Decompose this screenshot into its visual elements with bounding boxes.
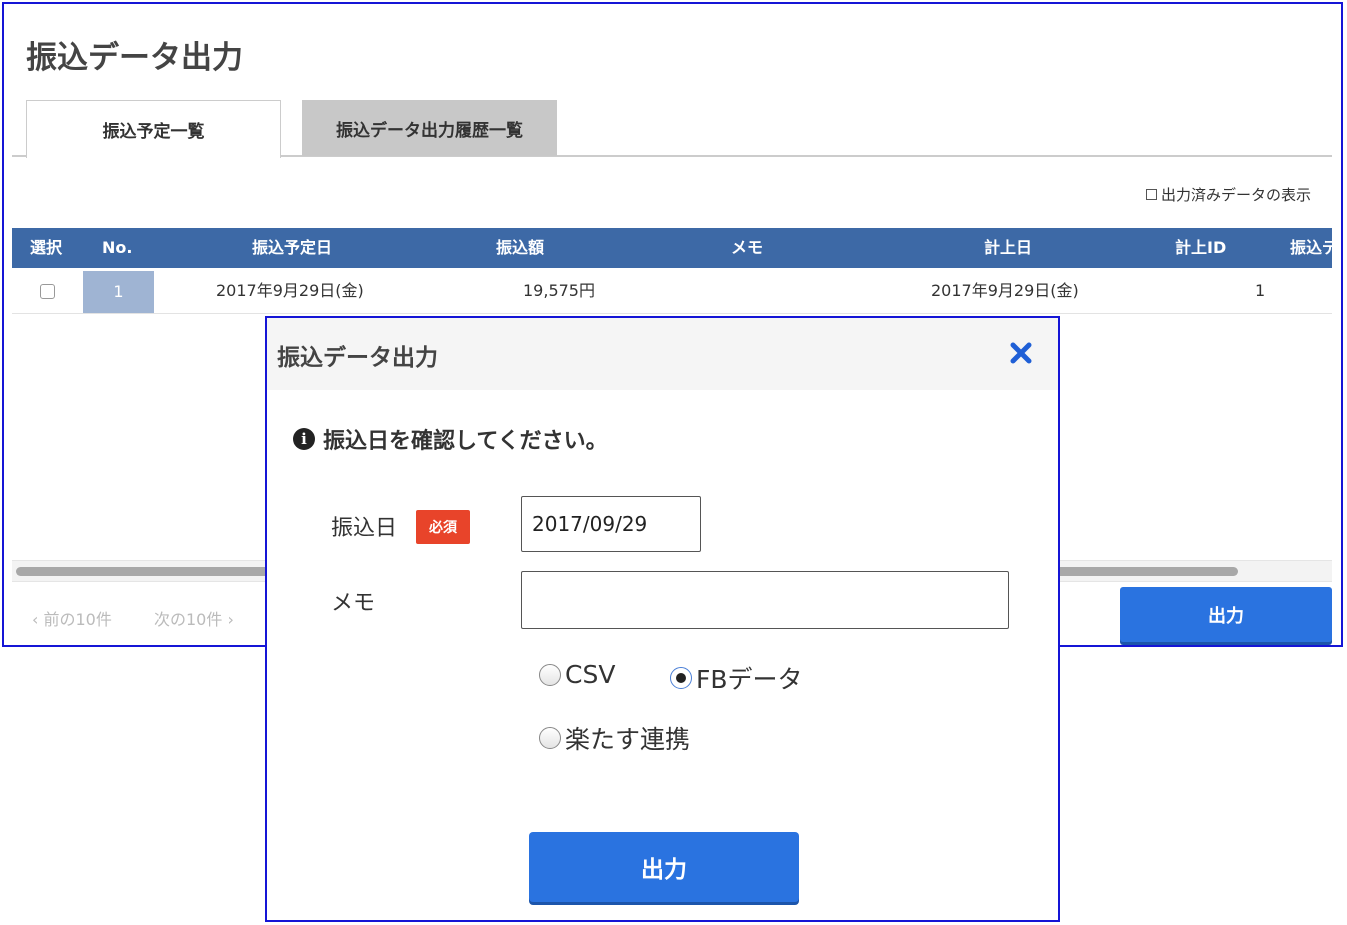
prev-page-label: 前の10件 [43,610,112,629]
prev-page-link[interactable]: ‹ 前の10件 [32,606,112,630]
row-no[interactable]: 1 [83,271,154,313]
output-button[interactable]: 出力 [1120,587,1332,642]
dialog-title: 振込データ出力 [277,345,438,371]
row-booked-id: 1 [1255,281,1266,300]
radio-fb-data-label: FBデータ [696,665,803,694]
header-booked-id[interactable]: 計上ID [1175,228,1226,268]
radio-fb-data[interactable]: FBデータ [670,660,803,696]
tab-schedule-list[interactable]: 振込予定一覧 [26,100,281,158]
show-output-checkbox[interactable] [1145,189,1157,200]
memo-input[interactable] [521,571,1009,629]
tab-output-history[interactable]: 振込データ出力履歴一覧 [302,100,557,156]
required-badge: 必須 [416,510,470,544]
chevron-left-icon: ‹ [32,610,39,629]
date-label: 振込日 [331,516,398,541]
radio-csv[interactable]: CSV [539,660,615,689]
memo-label: メモ [331,591,376,616]
dialog-output-button[interactable]: 出力 [529,832,799,902]
radio-fb-data-dot[interactable] [670,667,692,689]
show-output-label: 出力済みデータの表示 [1160,186,1311,204]
header-amount[interactable]: 振込額 [496,228,544,268]
header-no[interactable]: No. [102,228,132,268]
radio-rakutasu-dot[interactable] [539,727,561,749]
output-dialog: 振込データ出力 i 振込日を確認してください。 振込日 必須 メモ CSV FB… [265,316,1060,922]
header-select: 選択 [30,238,63,257]
radio-rakutasu-label: 楽たす連携 [565,725,691,754]
row-booked-date: 2017年9月29日(金) [931,281,1079,300]
dialog-notice: i 振込日を確認してください。 [293,423,608,455]
show-output-toggle[interactable]: 出力済みデータの表示 [1145,184,1311,205]
table-row[interactable]: 1 2017年9月29日(金) 19,575円 2017年9月29日(金) 1 [12,269,1332,314]
row-select-checkbox[interactable] [40,284,55,299]
radio-csv-dot[interactable] [539,663,561,686]
date-input[interactable] [521,496,701,552]
header-transfer-data[interactable]: 振込デ [1290,228,1338,268]
table-header: 選択 No. 振込予定日 振込額 メモ 計上日 計上ID 振込デ [12,228,1338,268]
page-title: 振込データ出力 [26,40,243,76]
info-icon: i [293,428,315,450]
header-scheduled-date[interactable]: 振込予定日 [252,228,332,268]
next-page-label: 次の10件 [154,610,223,629]
chevron-right-icon: › [227,610,234,629]
row-scheduled-date: 2017年9月29日(金) [216,281,364,300]
radio-rakutasu[interactable]: 楽たす連携 [539,720,690,756]
next-page-link[interactable]: 次の10件 › [154,606,234,630]
radio-csv-label: CSV [565,660,616,689]
header-booked-date[interactable]: 計上日 [984,228,1032,268]
close-icon [1010,342,1032,364]
close-button[interactable] [1006,338,1036,368]
dialog-header: 振込データ出力 [267,318,1058,390]
header-memo[interactable]: メモ [731,228,763,268]
row-amount: 19,575円 [523,281,595,300]
notice-text: 振込日を確認してください。 [323,429,608,454]
